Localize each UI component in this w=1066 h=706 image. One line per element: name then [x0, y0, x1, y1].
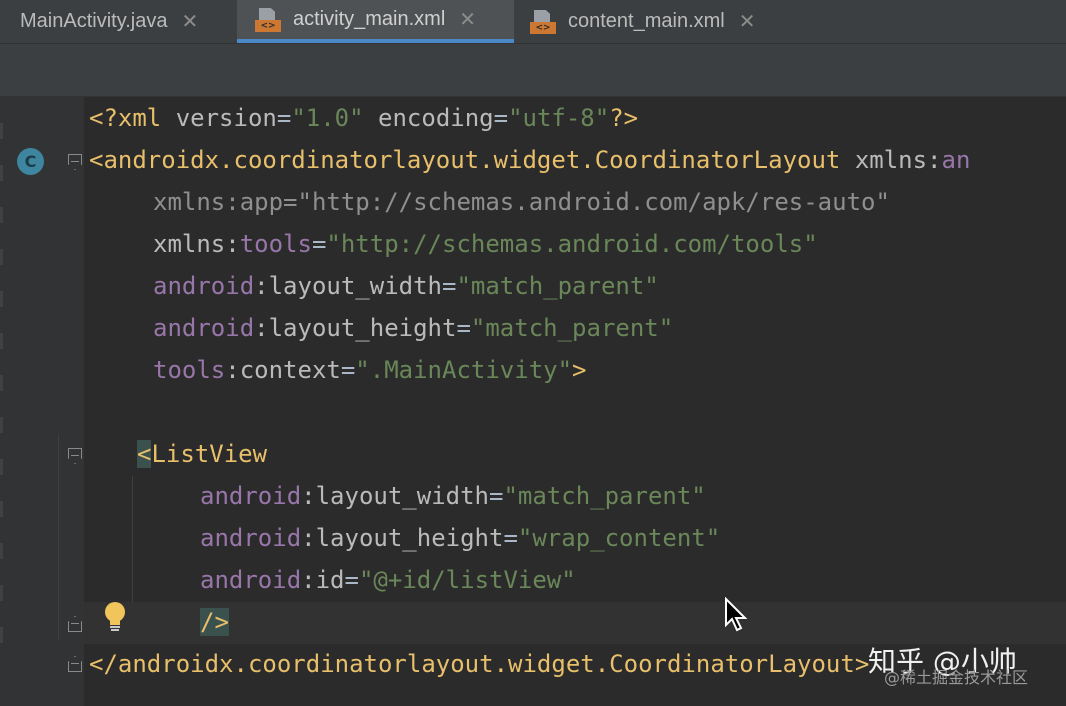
- code-line: android:layout_width="match_parent": [200, 482, 706, 510]
- mouse-cursor-icon: [725, 597, 748, 632]
- editor-toolbar: [0, 44, 1066, 97]
- tab-content-main-xml[interactable]: <> content_main.xml ✕: [515, 0, 805, 43]
- code-line: <ListView: [137, 440, 268, 468]
- tab-label: content_main.xml: [568, 10, 725, 32]
- xml-file-icon: <>: [255, 7, 281, 32]
- tab-label: activity_main.xml: [293, 8, 446, 30]
- tab-label: MainActivity.java: [20, 10, 168, 32]
- code-line: xmlns:tools="http://schemas.android.com/…: [153, 230, 818, 258]
- editor-tab-bar: MainActivity.java ✕ <> activity_main.xml…: [0, 0, 1066, 44]
- tab-activity-main-xml[interactable]: <> activity_main.xml ✕: [237, 0, 514, 43]
- code-line: android:layout_width="match_parent": [153, 272, 659, 300]
- close-icon[interactable]: ✕: [181, 9, 198, 34]
- code-line: android:id="@+id/listView": [200, 566, 576, 594]
- java-file-icon: [0, 10, 12, 34]
- watermark-sub: @稀土掘金技术社区: [884, 668, 1029, 687]
- code-line: android:layout_height="match_parent": [153, 314, 674, 342]
- code-editor[interactable]: <?xml version="1.0" encoding="utf-8"?> <…: [84, 97, 1066, 706]
- code-line: </androidx.coordinatorlayout.widget.Coor…: [89, 650, 870, 678]
- code-line: />: [200, 608, 229, 636]
- bulb-icon[interactable]: [103, 601, 127, 633]
- code-line: <androidx.coordinatorlayout.widget.Coord…: [89, 146, 971, 174]
- code-line: xmlns:app="http://schemas.android.com/ap…: [153, 188, 890, 216]
- code-line: tools:context=".MainActivity">: [153, 356, 587, 384]
- close-icon[interactable]: ✕: [459, 7, 476, 32]
- tab-mainactivity-java[interactable]: MainActivity.java ✕: [0, 0, 236, 43]
- xml-file-icon: <>: [530, 9, 556, 34]
- class-icon[interactable]: C: [17, 148, 44, 175]
- close-icon[interactable]: ✕: [739, 9, 756, 34]
- code-line: android:layout_height="wrap_content": [200, 524, 721, 552]
- code-line: <?xml version="1.0" encoding="utf-8"?>: [89, 104, 639, 132]
- editor-gutter: [0, 97, 84, 706]
